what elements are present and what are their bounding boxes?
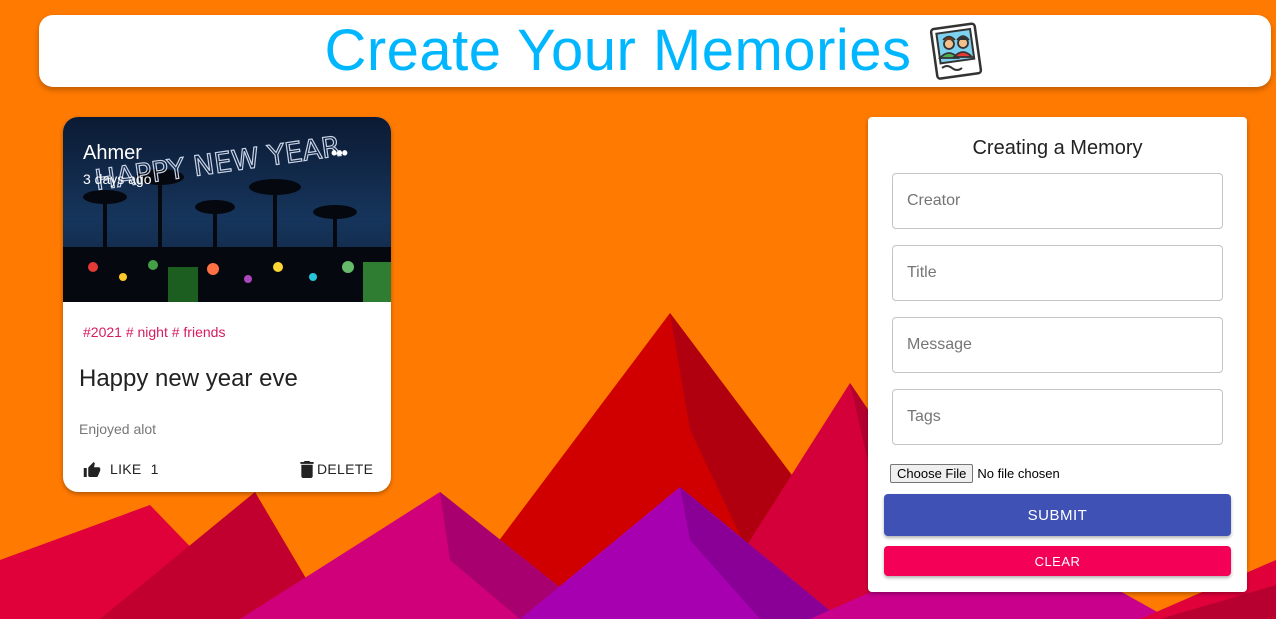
file-status: No file chosen [977,465,1060,481]
delete-button[interactable]: DELETE [300,459,373,479]
more-horiz-icon[interactable]: ••• [325,143,353,163]
app-header: Create Your Memories [39,15,1271,87]
card-message: Enjoyed alot [79,421,157,437]
memory-card: HAPPY NEW YEAR Ahmer 3 days ago ••• #202… [63,117,391,492]
like-label: LIKE [110,461,142,477]
card-media: HAPPY NEW YEAR Ahmer 3 days ago ••• [63,117,391,302]
tags-input[interactable] [892,389,1223,445]
card-time: 3 days ago [83,171,152,187]
memory-form: Creating a Memory Choose File No file ch… [868,117,1247,592]
card-tags: #2021 # night # friends [83,324,226,340]
choose-file-button[interactable]: Choose File [890,463,974,483]
clear-button[interactable]: CLEAR [884,546,1231,576]
card-creator: Ahmer [83,142,142,164]
submit-button[interactable]: SUBMIT [884,494,1231,536]
app-title: Create Your Memories [324,18,912,83]
form-heading: Creating a Memory [972,137,1143,159]
file-input: Choose File No file chosen [890,463,1060,483]
delete-label: DELETE [317,461,374,477]
message-input[interactable] [892,317,1223,373]
like-button[interactable]: LIKE 1 [83,459,158,479]
photo-memories-icon [929,22,982,80]
thumb-up-icon [83,461,101,477]
like-count: 1 [150,461,159,477]
creator-input[interactable] [892,173,1223,229]
title-input[interactable] [892,245,1223,301]
card-title: Happy new year eve [79,365,298,392]
trash-icon [300,460,314,478]
